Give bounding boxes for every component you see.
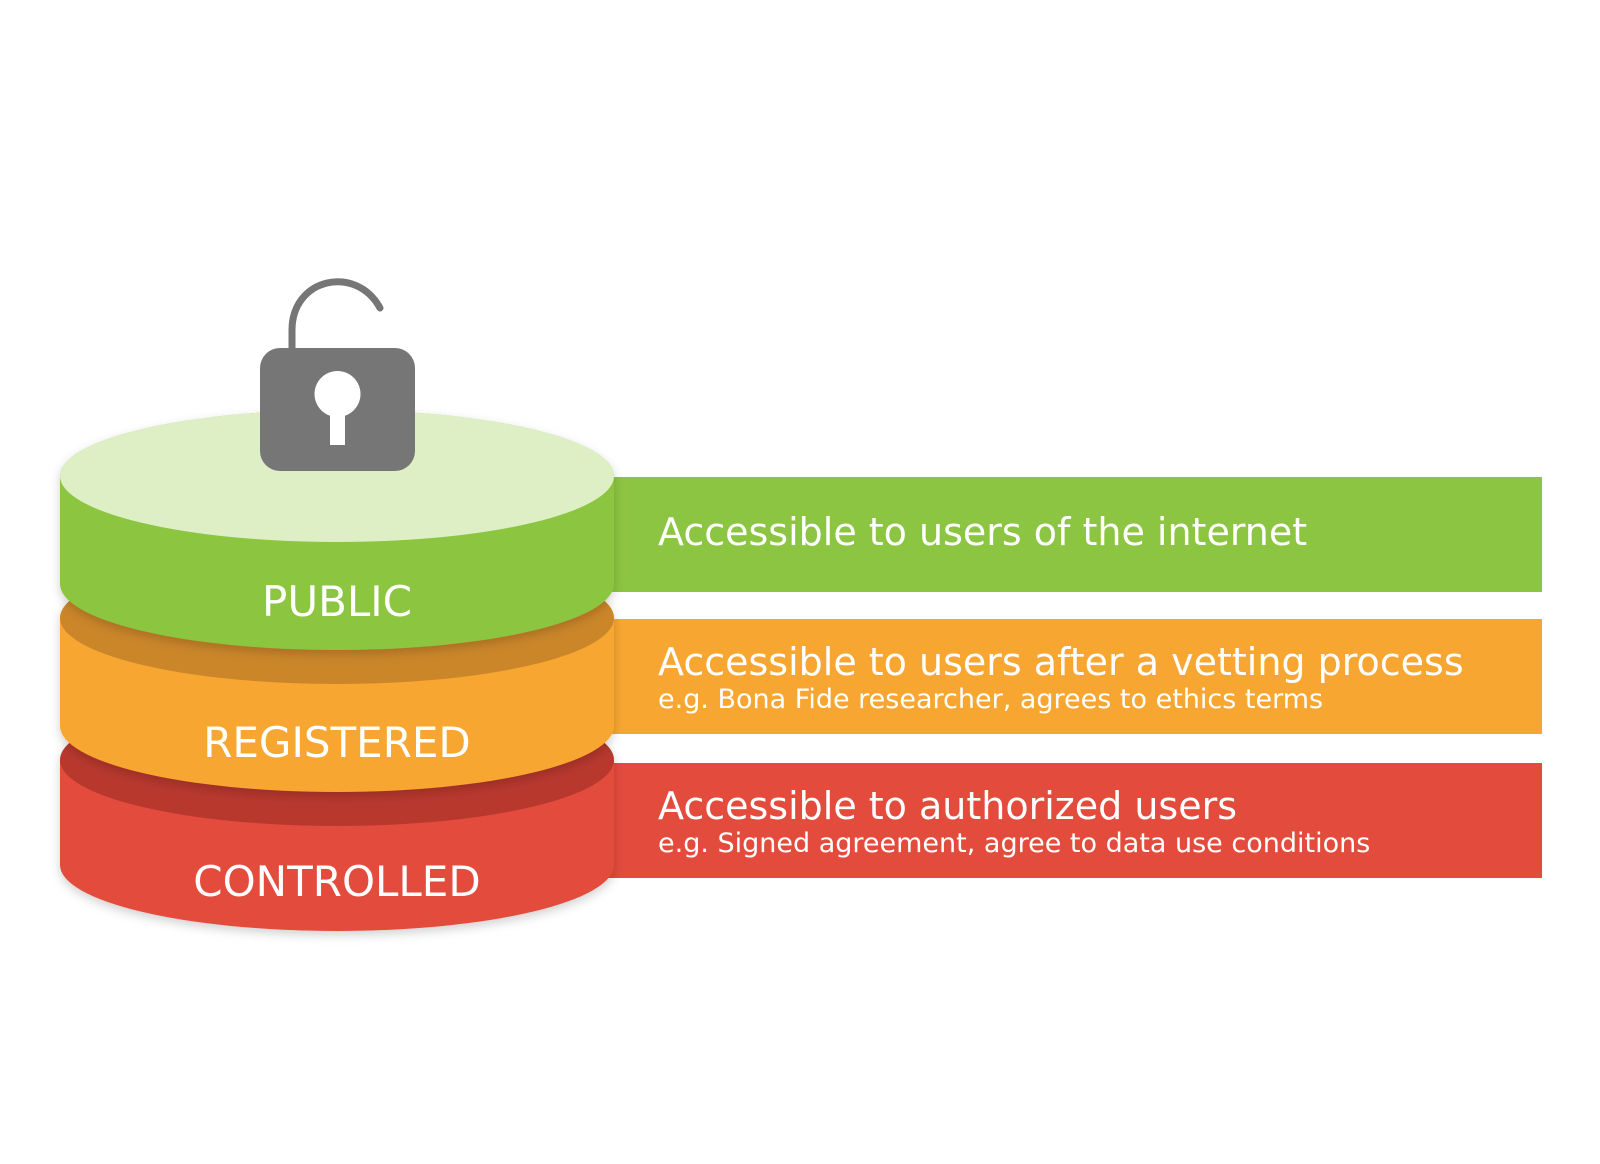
tier-stack: PUBLIC REGISTERED CONTROLLED [60,278,614,931]
data-access-tiers-diagram: Accessible to users of the internet Acce… [0,0,1600,1164]
open-padlock-icon [260,278,415,471]
controlled-label: CONTROLLED [193,857,480,906]
padlock-keyhole-slot [330,404,345,445]
registered-label: REGISTERED [203,718,471,767]
padlock-shackle [288,278,384,356]
public-label: PUBLIC [262,577,412,626]
